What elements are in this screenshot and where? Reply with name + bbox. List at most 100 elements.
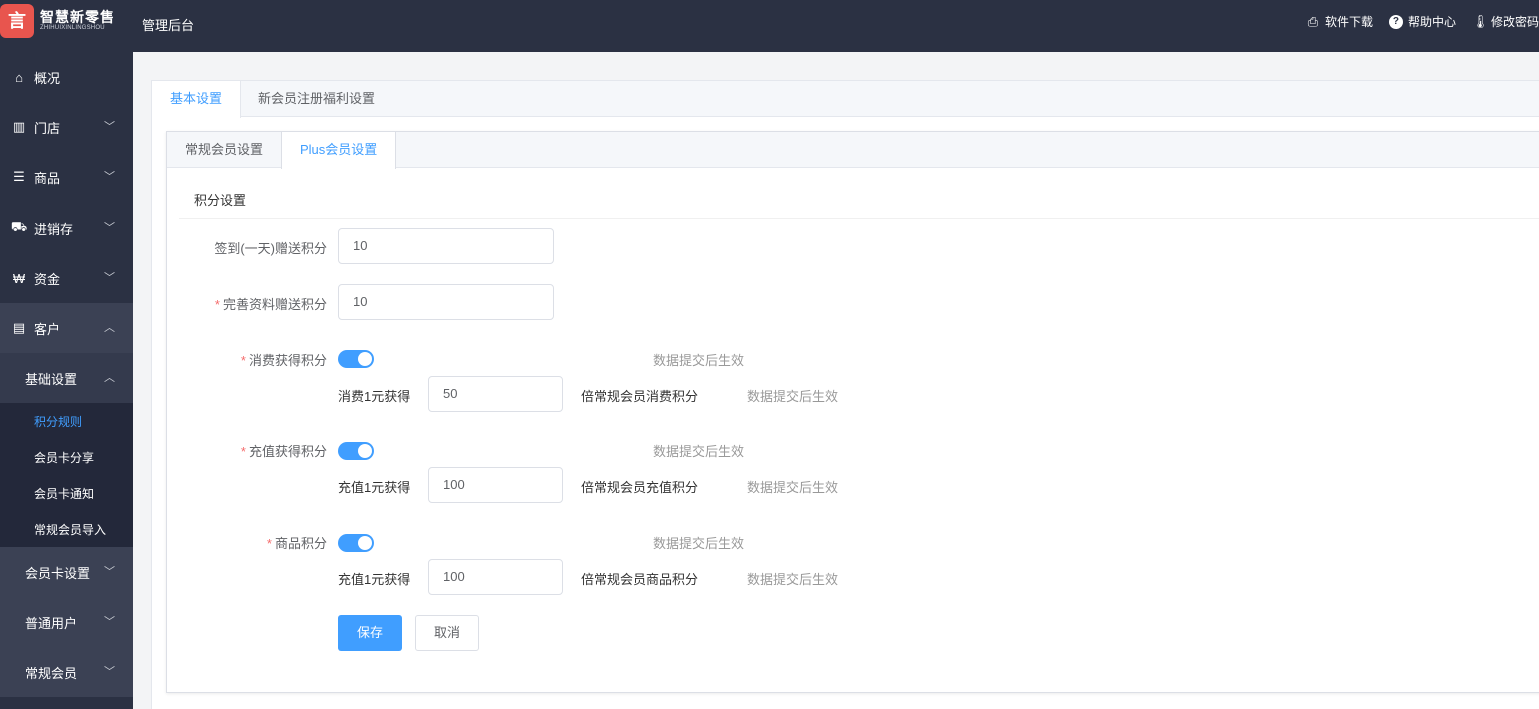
required-mark: * [266, 536, 272, 551]
chevron-down-icon: ﹀ [104, 121, 115, 133]
tab-plus-member-settings[interactable]: Plus会员设置 [281, 132, 397, 169]
profile-points-label-text: 完善资料赠送积分 [222, 297, 327, 312]
chevron-down-icon: ﹀ [104, 566, 115, 578]
consume-points-label: * 消费获得积分 [177, 350, 327, 369]
change-password-link[interactable]: 🌡 修改密码 [1472, 13, 1539, 30]
goods-rate-hint: 数据提交后生效 [747, 572, 839, 587]
logo-text: 智慧新零售 [40, 9, 115, 25]
won-icon: ₩ [12, 270, 26, 286]
inner-tabs: 常规会员设置 Plus会员设置 [167, 132, 1539, 169]
checkin-points-label: 签到(一天)赠送积分 [177, 238, 327, 257]
sidebar-item-funds[interactable]: ₩ 资金 ﹀ [0, 253, 133, 303]
divider [179, 218, 1539, 219]
top-actions: ⎙ 软件下载 ? 帮助中心 🌡 修改密码 [1306, 13, 1539, 30]
tab-regular-member-settings[interactable]: 常规会员设置 [167, 132, 281, 168]
sidebar-item-stores[interactable]: ▥ 门店 ﹀ [0, 102, 133, 152]
goods-rate-suffix: 倍常规会员商品积分 [581, 572, 699, 587]
help-center-link[interactable]: ? 帮助中心 [1388, 13, 1456, 30]
sidebar-item-normal-users[interactable]: 普通用户 ﹀ [0, 597, 133, 647]
truck-icon: ⛟ [10, 219, 28, 234]
id-card-icon: ▤ [12, 320, 26, 335]
submenu-item-member-import[interactable]: 常规会员导入 [34, 521, 106, 538]
submenu-list: 积分规则 会员卡分享 会员卡通知 常规会员导入 [0, 403, 133, 547]
required-mark: * [240, 353, 246, 368]
goods-rate-input[interactable]: 100 [428, 559, 563, 595]
sidebar-item-label: 概况 [34, 70, 61, 86]
sidebar-item-label: 普通用户 [25, 615, 78, 631]
printer-icon: ⎙ [1307, 13, 1319, 29]
help-center-label: 帮助中心 [1407, 15, 1456, 29]
goods-points-switch[interactable] [338, 534, 374, 552]
recharge-rate-input[interactable]: 100 [428, 467, 563, 503]
sidebar-item-regular-members[interactable]: 常规会员 ﹀ [0, 647, 133, 697]
change-password-label: 修改密码 [1490, 15, 1539, 29]
submenu-item-points-rules[interactable]: 积分规则 [34, 413, 82, 430]
submenu-title: 基础设置 [25, 371, 78, 387]
sidebar-item-label: 客户 [34, 321, 61, 337]
checkin-points-input[interactable]: 10 [338, 228, 554, 264]
goods-points-hint: 数据提交后生效 [653, 536, 745, 551]
chevron-down-icon: ﹀ [104, 616, 115, 628]
settings-card: 基本设置 新会员注册福利设置 常规会员设置 Plus会员设置 积分设置 签到(一… [151, 80, 1539, 709]
recharge-rate-suffix: 倍常规会员充值积分 [581, 480, 699, 495]
goods-points-label-text: 商品积分 [274, 536, 327, 551]
recharge-points-switch[interactable] [338, 442, 374, 460]
tab-basic-settings[interactable]: 基本设置 [152, 81, 242, 118]
sidebar-item-card-settings[interactable]: 会员卡设置 ﹀ [0, 547, 133, 597]
chevron-up-icon: ︿ [104, 322, 115, 334]
profile-points-label: * 完善资料赠送积分 [177, 294, 327, 313]
recharge-rate-prefix: 充值1元获得 [338, 480, 411, 495]
sidebar-item-label: 常规会员 [25, 665, 78, 681]
cancel-button[interactable]: 取消 [415, 615, 479, 651]
tab-new-member-benefits[interactable]: 新会员注册福利设置 [240, 81, 393, 117]
sidebar-item-goods[interactable]: ☰ 商品 ﹀ [0, 152, 133, 202]
recharge-points-label-text: 充值获得积分 [248, 444, 327, 459]
building-icon: ▥ [12, 119, 26, 134]
app-title: 管理后台 [142, 18, 195, 33]
section-title: 积分设置 [194, 193, 247, 208]
logo-subtext: ZHIHUIXINLINGSHOU [40, 25, 105, 31]
chevron-up-icon: ︿ [104, 372, 115, 384]
sidebar-item-label: 进销存 [34, 221, 74, 237]
chevron-down-icon: ﹀ [104, 171, 115, 183]
consume-rate-hint: 数据提交后生效 [747, 389, 839, 404]
software-download-label: 软件下载 [1324, 15, 1373, 29]
profile-points-input[interactable]: 10 [338, 284, 554, 320]
sidebar: ⌂ 概况 ▥ 门店 ﹀ ☰ 商品 ﹀ ⛟ 进销存 ﹀ ₩ 资金 ﹀ ▤ 客户 ︿… [0, 52, 133, 709]
save-button[interactable]: 保存 [338, 615, 402, 651]
inner-card: 常规会员设置 Plus会员设置 积分设置 签到(一天)赠送积分 10 * 完善资料… [166, 131, 1539, 693]
chevron-down-icon: ﹀ [104, 666, 115, 678]
sidebar-item-label: 商品 [34, 170, 61, 186]
submenu-item-card-notify[interactable]: 会员卡通知 [34, 485, 94, 502]
required-mark: * [240, 444, 246, 459]
required-mark: * [214, 297, 220, 312]
submenu-item-card-share[interactable]: 会员卡分享 [34, 449, 94, 466]
logo-icon: 言 [0, 4, 34, 38]
top-bar: 言 智慧新零售 ZHIHUIXINLINGSHOU 管理后台 ⎙ 软件下载 ? … [0, 0, 1539, 52]
sidebar-item-label: 会员卡设置 [25, 565, 91, 581]
recharge-points-label: * 充值获得积分 [177, 441, 327, 460]
thermometer-icon: 🌡 [1471, 13, 1489, 29]
consume-points-hint: 数据提交后生效 [653, 353, 745, 368]
sidebar-item-label: 门店 [34, 120, 61, 136]
consume-rate-input[interactable]: 50 [428, 376, 563, 412]
home-icon: ⌂ [15, 69, 23, 85]
consume-points-label-text: 消费获得积分 [248, 353, 327, 368]
sidebar-item-label: 资金 [34, 271, 61, 287]
chevron-down-icon: ﹀ [104, 222, 115, 234]
sidebar-item-overview[interactable]: ⌂ 概况 [0, 52, 133, 102]
consume-rate-prefix: 消费1元获得 [338, 389, 411, 404]
recharge-points-hint: 数据提交后生效 [653, 444, 745, 459]
goods-points-label: * 商品积分 [177, 533, 327, 552]
recharge-rate-hint: 数据提交后生效 [747, 480, 839, 495]
software-download-link[interactable]: ⎙ 软件下载 [1306, 13, 1373, 30]
chevron-down-icon: ﹀ [104, 272, 115, 284]
consume-points-switch[interactable] [338, 350, 374, 368]
submenu-basic-settings[interactable]: 基础设置 ︿ [0, 353, 133, 403]
goods-rate-prefix: 充值1元获得 [338, 572, 411, 587]
outer-tabs: 基本设置 新会员注册福利设置 [152, 81, 1539, 118]
sidebar-item-inventory[interactable]: ⛟ 进销存 ﹀ [0, 203, 133, 253]
consume-rate-suffix: 倍常规会员消费积分 [581, 389, 699, 404]
sidebar-item-customers[interactable]: ▤ 客户 ︿ [0, 303, 133, 353]
help-circle-icon: ? [1388, 14, 1403, 29]
